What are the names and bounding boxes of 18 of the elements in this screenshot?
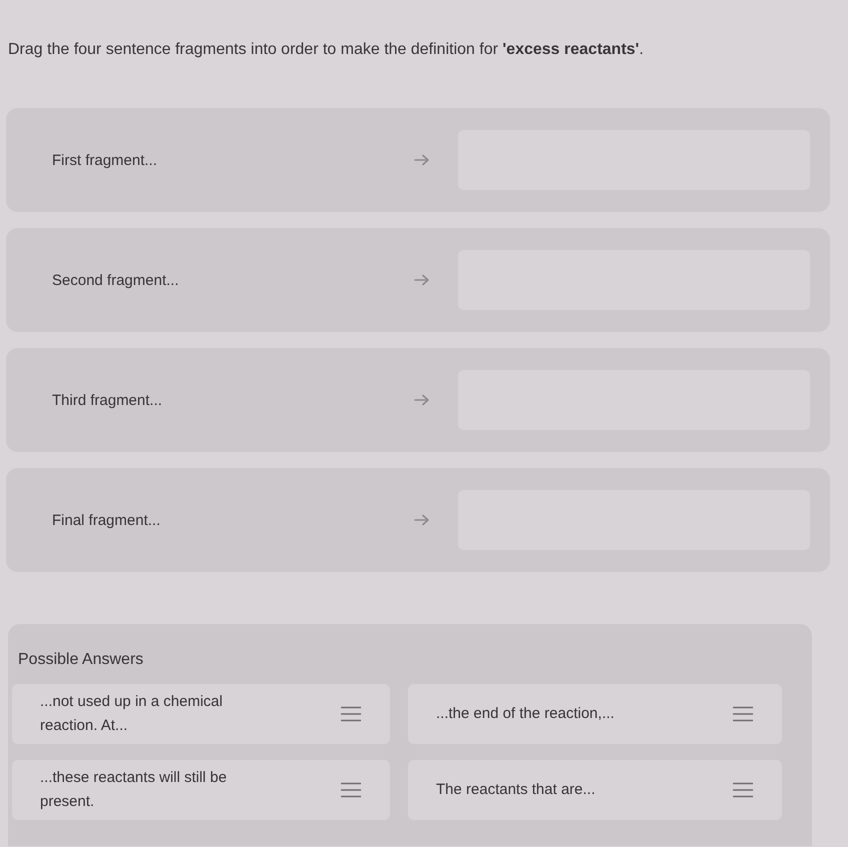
slot-label: Final fragment... xyxy=(52,512,162,528)
hamburger-icon xyxy=(340,782,362,798)
answer-tile[interactable]: ...not used up in a chemical reaction. At... xyxy=(12,684,390,744)
panel-heading: Possible Answers xyxy=(18,650,144,670)
answer-tile[interactable]: ...the end of the reaction,... xyxy=(408,684,782,744)
slot-label: Third fragment... xyxy=(52,392,164,408)
arrow-icon xyxy=(414,274,430,286)
instruction-text: Drag the four sentence fragments into order to make the definition for 'excess reactants'. xyxy=(8,40,645,60)
slot-label: First fragment... xyxy=(52,152,158,168)
slot-label: Second fragment... xyxy=(52,272,180,288)
hamburger-icon xyxy=(732,782,754,798)
hamburger-icon xyxy=(340,706,362,722)
hamburger-icon xyxy=(732,706,754,722)
arrow-icon xyxy=(414,394,430,406)
answer-tile[interactable]: ...these reactants will still be present. xyxy=(12,760,390,820)
arrow-icon xyxy=(414,514,430,526)
arrow-icon xyxy=(414,154,430,166)
answer-tile[interactable]: The reactants that are... xyxy=(408,760,782,820)
